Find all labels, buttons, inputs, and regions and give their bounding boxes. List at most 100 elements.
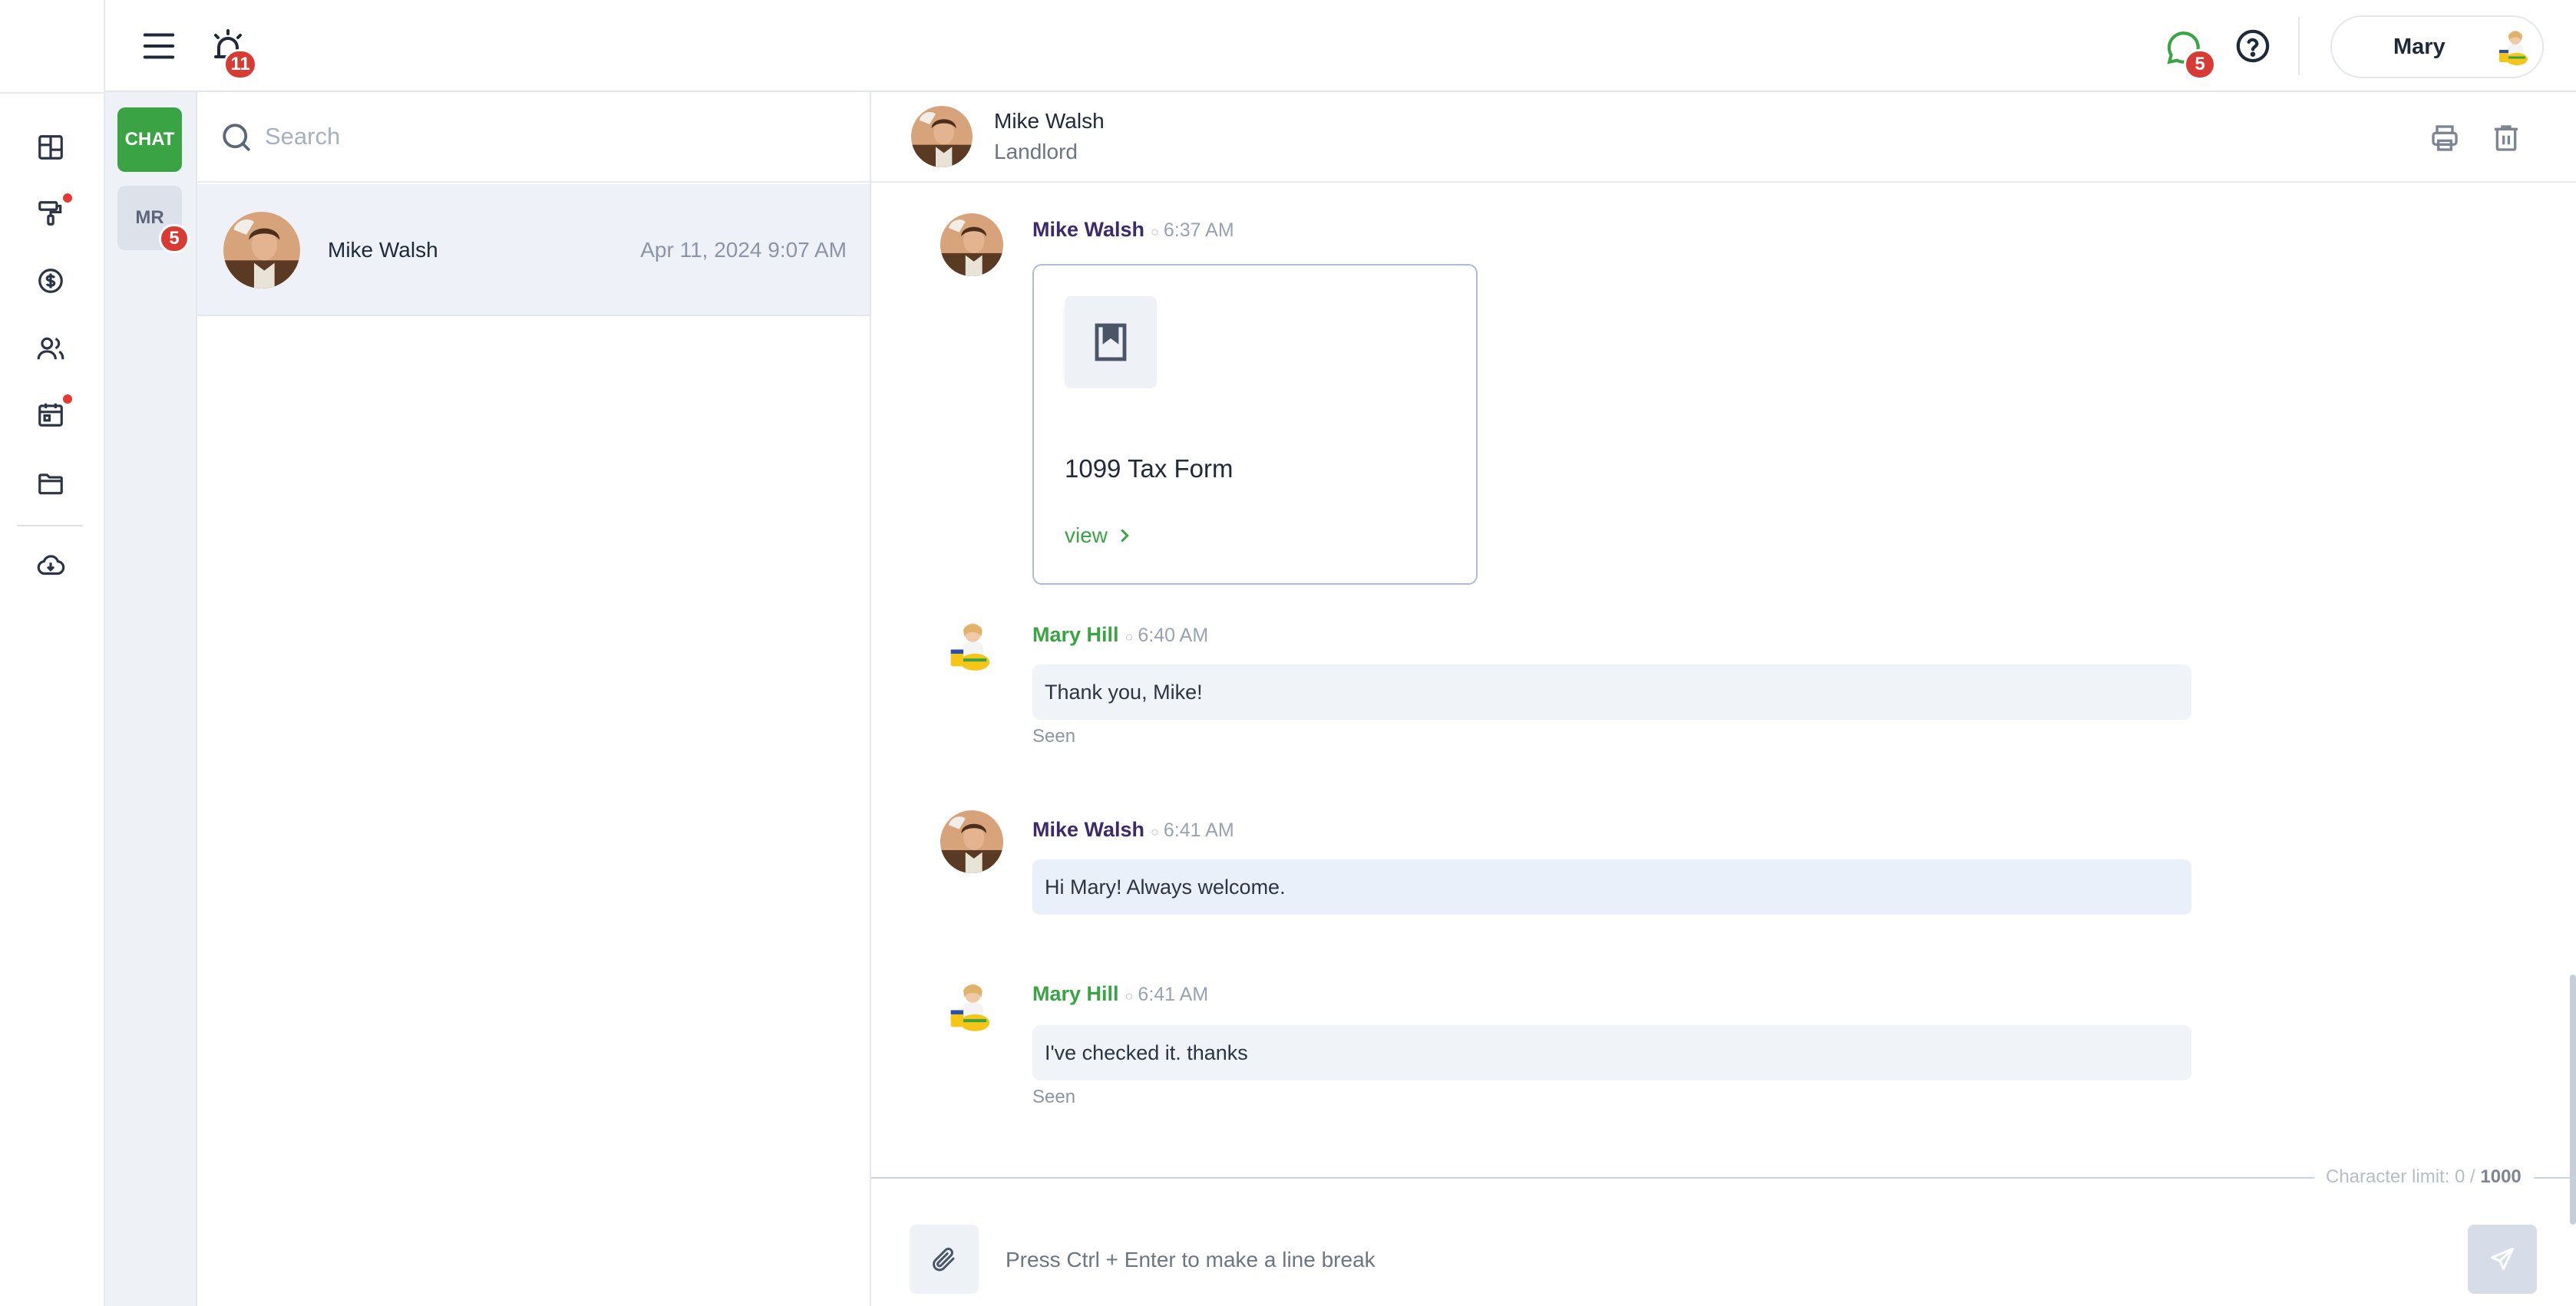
dollar-icon	[36, 266, 65, 295]
chevron-right-icon	[1118, 528, 1131, 543]
chat-panel: Mike Walsh Landlord Mike Walsh ○ 6:37 AM…	[871, 92, 2576, 1306]
conversation-name: Mike Walsh	[328, 238, 438, 262]
rail-item-contacts[interactable]	[26, 324, 75, 373]
rail-top-separator	[0, 92, 105, 94]
mr-count-badge: 5	[159, 224, 190, 253]
topbar-separator	[2298, 17, 2300, 75]
tab-mr-label: MR	[135, 207, 164, 228]
message-input[interactable]	[1006, 1235, 2449, 1285]
avatar	[940, 213, 1003, 276]
hamburger-icon	[142, 31, 176, 61]
message-meta: Mike Walsh ○ 6:37 AM	[1032, 218, 1234, 242]
bookmark-icon	[1092, 322, 1129, 362]
chat-header: Mike Walsh Landlord	[871, 92, 2576, 183]
character-limit: Character limit: 0 / 1000	[2326, 1166, 2522, 1188]
rail-item-finance[interactable]	[26, 256, 75, 305]
left-rail	[0, 0, 105, 1306]
message-sender: Mike Walsh	[1032, 218, 1145, 241]
message-thread: Mike Walsh ○ 6:37 AM 1099 Tax Form view	[871, 184, 2576, 1268]
message: Mike Walsh ○ 6:37 AM 1099 Tax Form view	[871, 184, 2576, 599]
conversation-list: Mike Walsh Apr 11, 2024 9:07 AM	[197, 92, 871, 1306]
search-icon	[220, 121, 253, 153]
message-status: Seen	[1032, 726, 1076, 747]
rail-item-calendar[interactable]	[26, 390, 75, 439]
document-card[interactable]: 1099 Tax Form view	[1032, 264, 1478, 585]
character-limit-label: Character limit: 0 /	[2326, 1166, 2475, 1187]
message-time: 6:40 AM	[1138, 625, 1209, 646]
alarm-count-badge: 11	[223, 49, 257, 80]
menu-button[interactable]	[136, 23, 182, 69]
message-sender: Mary Hill	[1032, 982, 1119, 1005]
separator-dot: ○	[1151, 224, 1159, 239]
calendar-icon	[36, 400, 65, 429]
message-time: 6:41 AM	[1163, 820, 1234, 841]
message-bubble: I've checked it. thanks	[1032, 1025, 2191, 1080]
message-meta: Mike Walsh ○ 6:41 AM	[1032, 818, 1234, 842]
message-sender: Mike Walsh	[1032, 818, 1145, 841]
message: Mike Walsh ○ 6:41 AM Hi Mary! Always welco…	[871, 810, 2576, 948]
document-view-link[interactable]: view	[1065, 523, 1131, 548]
delete-conversation-button[interactable]	[2486, 118, 2526, 158]
tab-maintenance-requests[interactable]: MR 5	[117, 186, 190, 253]
chat-contact-name: Mike Walsh	[994, 109, 1105, 133]
avatar	[940, 975, 1003, 1037]
message-time: 6:37 AM	[1163, 219, 1234, 241]
send-button[interactable]	[2468, 1225, 2537, 1294]
conversation-item[interactable]: Mike Walsh Apr 11, 2024 9:07 AM	[197, 184, 870, 316]
message-bubble: Thank you, Mike!	[1032, 665, 2191, 720]
cloud-download-icon	[35, 552, 66, 581]
message-sender: Mary Hill	[1032, 623, 1119, 646]
messages-button[interactable]: 5	[2159, 23, 2216, 80]
printer-icon	[2429, 123, 2460, 153]
help-button[interactable]	[2230, 23, 2276, 69]
avatar	[911, 106, 973, 167]
message-status: Seen	[1032, 1087, 1076, 1107]
user-menu-button[interactable]: Mary	[2330, 15, 2544, 78]
separator-dot: ○	[1151, 824, 1159, 839]
notification-dot	[63, 193, 72, 203]
separator-dot: ○	[1125, 988, 1134, 1004]
conversation-date: Apr 11, 2024 9:07 AM	[640, 238, 847, 262]
user-name: Mary	[2393, 34, 2446, 59]
messages-count-badge: 5	[2184, 49, 2216, 80]
avatar	[940, 614, 1003, 677]
avatar	[940, 810, 1003, 873]
send-icon	[2488, 1245, 2516, 1273]
users-icon	[35, 334, 66, 363]
view-link-label: view	[1065, 523, 1108, 547]
paint-roller-icon	[36, 199, 65, 228]
print-button[interactable]	[2425, 118, 2465, 158]
rail-item-download[interactable]	[26, 542, 75, 591]
folder-icon	[36, 469, 65, 498]
message: Mary Hill ○ 6:41 AM I've checked it. thank…	[871, 975, 2576, 1128]
notification-dot	[63, 394, 72, 404]
chat-contact-role: Landlord	[994, 140, 1078, 163]
rail-item-documents[interactable]	[26, 459, 75, 508]
top-bar: 11 5 Mary	[105, 0, 2576, 92]
chat-type-column: CHAT MR 5	[105, 92, 197, 1306]
help-icon	[2235, 28, 2271, 64]
attach-button[interactable]	[910, 1225, 979, 1294]
message-bubble: Hi Mary! Always welcome.	[1032, 859, 2191, 915]
composer-divider	[871, 1177, 2314, 1179]
document-icon-box	[1065, 296, 1157, 388]
dashboard-icon	[36, 133, 65, 162]
message-time: 6:41 AM	[1138, 984, 1209, 1005]
rail-divider	[17, 525, 83, 526]
rail-item-dashboard[interactable]	[26, 123, 75, 172]
rail-item-maintenance[interactable]	[26, 189, 75, 238]
tab-chat[interactable]: CHAT	[117, 107, 182, 172]
search-input[interactable]	[265, 115, 833, 158]
character-limit-max: 1000	[2480, 1166, 2522, 1187]
trash-icon	[2491, 123, 2522, 153]
alarm-button[interactable]: 11	[203, 21, 257, 80]
search-bar	[197, 92, 870, 183]
message-meta: Mary Hill ○ 6:41 AM	[1032, 982, 1208, 1006]
message-meta: Mary Hill ○ 6:40 AM	[1032, 623, 1208, 647]
avatar	[2492, 24, 2538, 70]
message-scrollbar[interactable]	[2570, 975, 2576, 1225]
avatar	[223, 212, 300, 289]
message: Mary Hill ○ 6:40 AM Thank you, Mike! Seen	[871, 614, 2576, 767]
paperclip-icon	[930, 1245, 958, 1273]
composer-divider	[2534, 1177, 2576, 1179]
